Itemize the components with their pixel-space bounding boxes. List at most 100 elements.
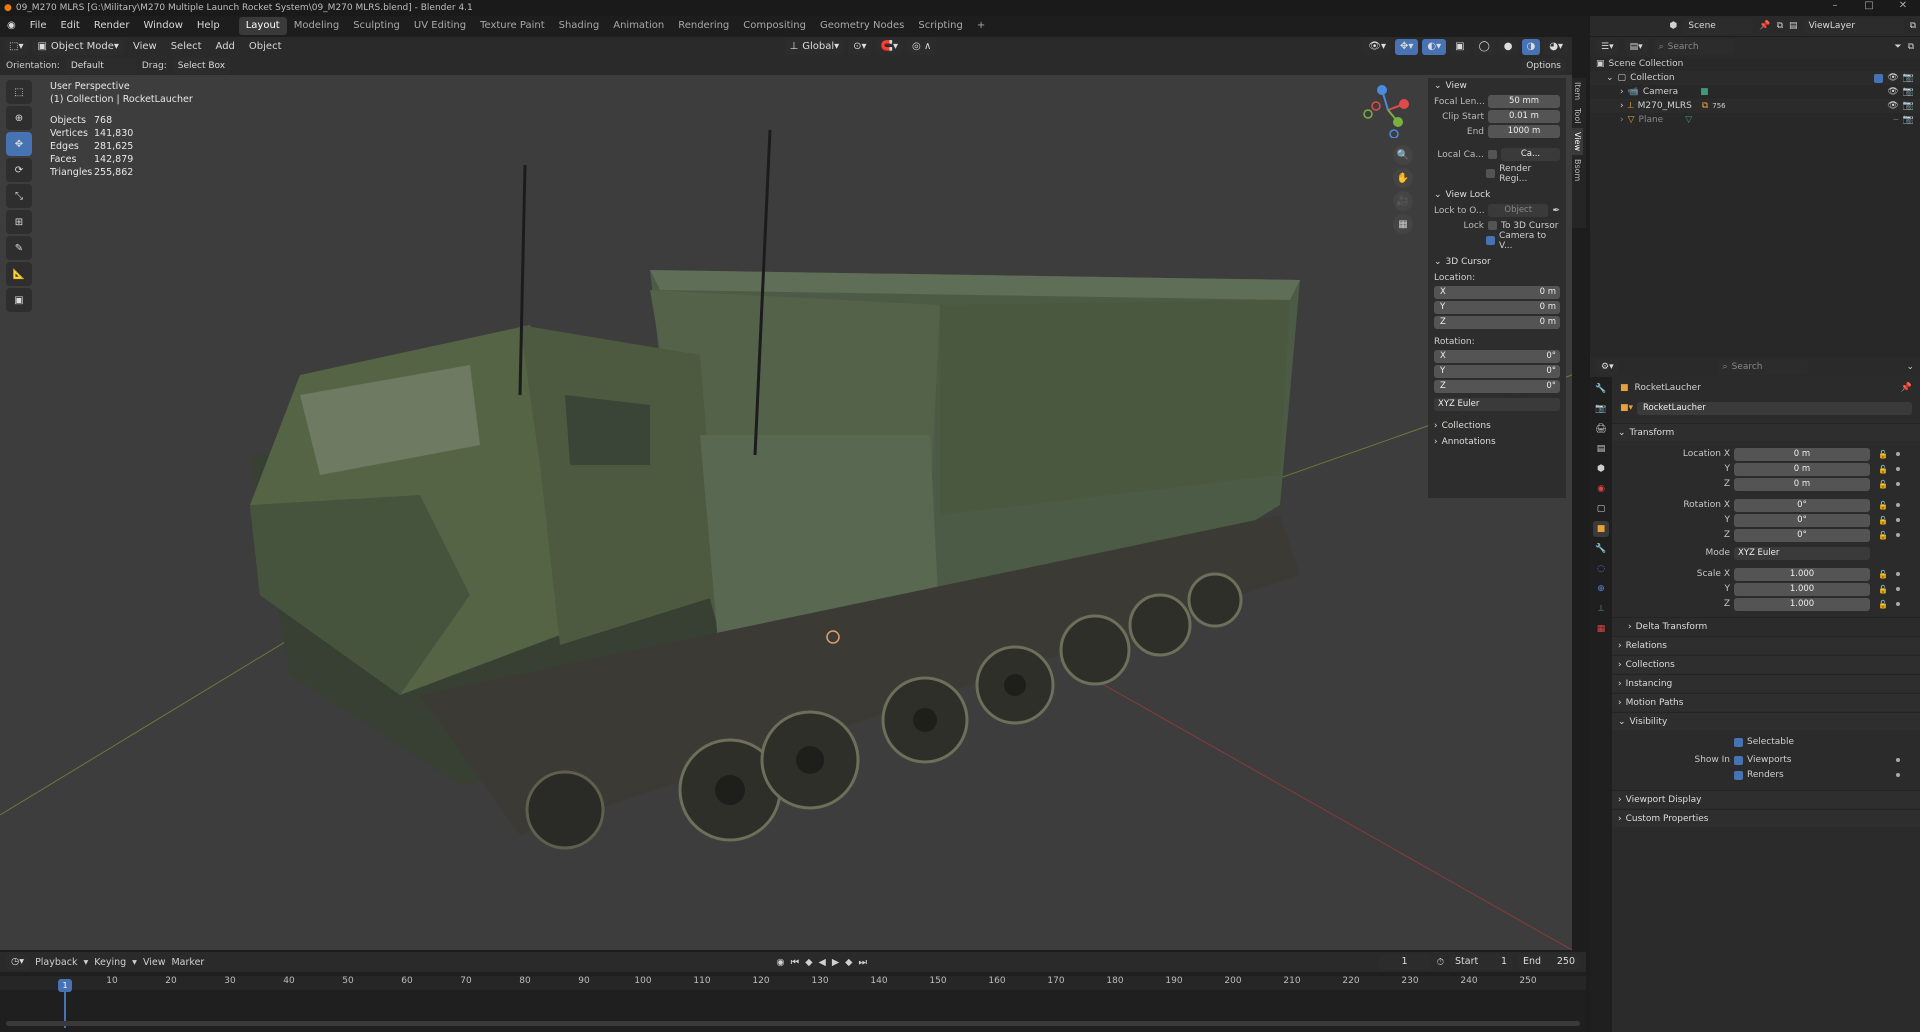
timeline-scrollbar[interactable] xyxy=(6,1021,1580,1026)
overlay-toggle-icon[interactable]: ◐▾ xyxy=(1422,39,1447,55)
outliner-row-m270[interactable]: › ⟂ M270_MLRS ⧉ 756 👁 📷 xyxy=(1590,99,1920,113)
section-custom-properties[interactable]: › Custom Properties xyxy=(1612,809,1920,827)
viewport-menu-add[interactable]: Add xyxy=(211,38,240,56)
section-relations[interactable]: › Relations xyxy=(1612,636,1920,654)
camera-render-icon[interactable]: 📷 xyxy=(1903,73,1914,83)
timeline-menu-keying[interactable]: Keying xyxy=(94,957,126,968)
scene-selector[interactable]: Scene xyxy=(1683,18,1754,34)
viewports-checkbox[interactable] xyxy=(1734,755,1743,765)
outliner-row-plane[interactable]: › ▽ Plane ▽ ⌣ 📷 xyxy=(1590,113,1920,127)
cursor-loc-y-field[interactable]: Y 0 m xyxy=(1434,301,1560,314)
local-camera-checkbox[interactable] xyxy=(1488,150,1497,159)
focal-length-field[interactable]: 50 mm xyxy=(1488,95,1560,108)
blender-menu-icon[interactable]: ◉ xyxy=(0,16,23,36)
lock-icon[interactable]: 🔓 xyxy=(1874,570,1892,579)
zoom-icon[interactable]: 🔍 xyxy=(1393,145,1413,165)
add-workspace-button[interactable]: + xyxy=(970,17,992,35)
editor-type-icon[interactable]: ⬚▾ xyxy=(4,39,29,55)
navigation-gizmo[interactable] xyxy=(1360,82,1416,138)
eye-icon[interactable]: 👁 xyxy=(1887,73,1898,83)
viewport-menu-select[interactable]: Select xyxy=(166,38,207,56)
shading-rendered-icon[interactable]: ◕▾ xyxy=(1544,39,1568,55)
lock-icon[interactable]: 🔓 xyxy=(1874,465,1892,474)
eye-icon[interactable]: 👁 xyxy=(1887,101,1898,111)
scale-icon[interactable]: ⤡ xyxy=(6,184,32,208)
keyframe-dot-icon[interactable] xyxy=(1896,602,1900,606)
tab-layout[interactable]: Layout xyxy=(238,17,287,35)
jump-end-icon[interactable]: ⏭ xyxy=(858,957,867,968)
data-tab-icon[interactable]: ⟂ xyxy=(1593,601,1609,617)
outliner-row-scene-collection[interactable]: ▣ Scene Collection xyxy=(1590,57,1920,71)
section-delta-transform[interactable]: › Delta Transform xyxy=(1612,617,1920,635)
play-reverse-icon[interactable]: ◀ xyxy=(819,957,826,968)
lock-icon[interactable]: 🔓 xyxy=(1874,516,1892,525)
keyframe-dot-icon[interactable] xyxy=(1896,533,1900,537)
section-3d-cursor[interactable]: ⌄ 3D Cursor xyxy=(1428,254,1566,270)
constraints-tab-icon[interactable]: ⊕ xyxy=(1593,581,1609,597)
tab-rendering[interactable]: Rendering xyxy=(671,17,736,35)
x-axis-icon[interactable] xyxy=(1399,99,1409,109)
jump-start-icon[interactable]: ⏮ xyxy=(791,957,800,968)
timeline-menu-marker[interactable]: Marker xyxy=(171,957,204,968)
frame-ruler[interactable]: 10 20 30 40 50 60 70 80 90 100 110 120 1… xyxy=(0,976,1586,992)
clip-end-field[interactable]: 1000 m xyxy=(1488,125,1560,138)
rotate-icon[interactable]: ⟳ xyxy=(6,158,32,182)
pan-hand-icon[interactable]: ✋ xyxy=(1393,168,1413,188)
local-camera-field[interactable]: Ca... xyxy=(1501,148,1560,161)
tab-tool[interactable]: Tool xyxy=(1572,104,1583,128)
section-motion-paths[interactable]: › Motion Paths xyxy=(1612,693,1920,711)
current-frame-field[interactable]: 1 xyxy=(1378,954,1431,970)
maximize-icon[interactable]: □ xyxy=(1852,0,1886,11)
start-frame-field[interactable]: Start 1 xyxy=(1450,954,1512,970)
rotation-z-field[interactable]: 0° xyxy=(1734,528,1870,542)
lock-object-field[interactable]: Object xyxy=(1488,204,1549,217)
camera-to-view-checkbox[interactable] xyxy=(1485,236,1495,245)
tab-modeling[interactable]: Modeling xyxy=(287,17,347,35)
view-layer-tab-icon[interactable]: ▤ xyxy=(1593,441,1609,457)
world-tab-icon[interactable]: ◉ xyxy=(1593,481,1609,497)
pivot-icon[interactable]: ⊙▾ xyxy=(848,39,872,55)
camera-render-icon[interactable]: 📷 xyxy=(1903,87,1914,97)
section-viewport-display[interactable]: › Viewport Display xyxy=(1612,790,1920,808)
prev-keyframe-icon[interactable]: ◆ xyxy=(805,957,812,968)
viewlayer-selector[interactable]: ViewLayer xyxy=(1803,18,1904,34)
eye-closed-icon[interactable]: ⌣ xyxy=(1893,115,1899,125)
properties-editor-icon[interactable]: ⚙▾ xyxy=(1596,359,1619,375)
tab-bsom[interactable]: Bsom xyxy=(1572,155,1583,185)
ortho-grid-icon[interactable]: ▦ xyxy=(1393,214,1413,234)
object-tab-icon[interactable]: ■ xyxy=(1593,521,1609,537)
tab-shading[interactable]: Shading xyxy=(552,17,607,35)
gizmo-toggle-icon[interactable]: ✥▾ xyxy=(1394,39,1419,55)
pin-icon[interactable]: 📌 xyxy=(1901,383,1912,393)
tab-item[interactable]: Item xyxy=(1572,78,1583,104)
physics-tab-icon[interactable]: ◌ xyxy=(1593,561,1609,577)
new-scene-icon[interactable]: ⧉ xyxy=(1777,21,1783,31)
selectable-checkbox[interactable] xyxy=(1734,737,1743,747)
keyframe-dot-icon[interactable] xyxy=(1896,518,1900,522)
keyframe-dot-icon[interactable] xyxy=(1896,467,1900,471)
measure-icon[interactable]: 📐 xyxy=(6,262,32,286)
outliner-search[interactable]: ⌕ Search xyxy=(1653,39,1734,55)
keyframe-dot-icon[interactable] xyxy=(1896,572,1900,576)
lock-icon[interactable]: 🔓 xyxy=(1874,480,1892,489)
viewport-menu-view[interactable]: View xyxy=(128,38,162,56)
transform-orientation[interactable]: ⊥ Global ▾ xyxy=(784,39,845,55)
rotation-y-field[interactable]: 0° xyxy=(1734,513,1870,527)
section-visibility[interactable]: ⌄ Visibility xyxy=(1612,712,1920,730)
modifier-tab-icon[interactable]: 🔧 xyxy=(1593,541,1609,557)
keyframe-dot-icon[interactable] xyxy=(1896,758,1900,762)
drag-dropdown[interactable]: Select Box xyxy=(172,58,231,74)
new-collection-icon[interactable]: ⧉ xyxy=(1908,42,1914,52)
menu-window[interactable]: Window xyxy=(136,16,189,36)
cursor-rot-x-field[interactable]: X 0° xyxy=(1434,350,1560,363)
orientation-dropdown[interactable]: Default xyxy=(65,58,136,74)
timeline-area[interactable]: 10 20 30 40 50 60 70 80 90 100 110 120 1… xyxy=(0,972,1586,1032)
rotation-x-field[interactable]: 0° xyxy=(1734,498,1870,512)
shading-solid-icon[interactable]: ● xyxy=(1498,39,1518,55)
render-region-checkbox[interactable] xyxy=(1486,169,1496,178)
tab-sculpting[interactable]: Sculpting xyxy=(346,17,407,35)
clip-start-field[interactable]: 0.01 m xyxy=(1488,110,1560,123)
keyframe-dot-icon[interactable] xyxy=(1896,452,1900,456)
tab-animation[interactable]: Animation xyxy=(606,17,671,35)
play-icon[interactable]: ▶ xyxy=(832,957,839,968)
